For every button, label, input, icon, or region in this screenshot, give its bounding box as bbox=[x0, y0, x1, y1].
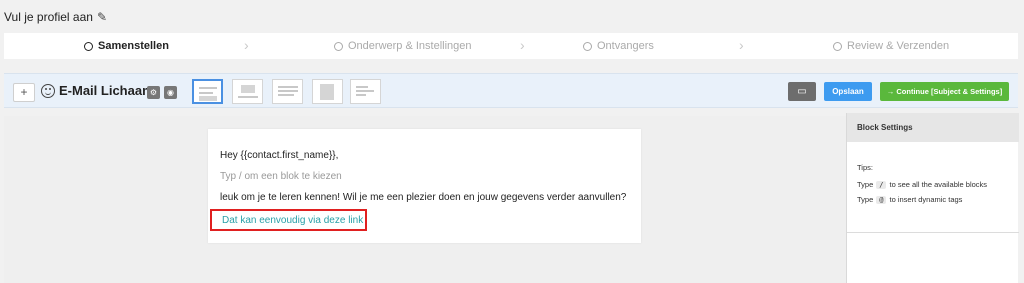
template-thumbnail-2[interactable] bbox=[232, 79, 263, 104]
step-review-verzenden[interactable]: Review & Verzenden bbox=[833, 33, 949, 59]
step-circle-icon bbox=[583, 41, 592, 51]
page-title-text: Vul je profiel aan bbox=[4, 10, 93, 24]
greeting-text[interactable]: Hey {{contact.first_name}}, bbox=[220, 150, 338, 161]
template-thumbnail-5[interactable] bbox=[350, 79, 381, 104]
step-label: Review & Verzenden bbox=[847, 40, 950, 52]
tip-pre: Type bbox=[857, 195, 874, 204]
chevron-right-icon: › bbox=[244, 37, 249, 53]
email-body-card: Hey {{contact.first_name}}, Typ / om een… bbox=[208, 129, 641, 243]
tip-key: @ bbox=[876, 196, 887, 204]
chevron-right-icon: › bbox=[520, 37, 525, 53]
chevron-right-icon: › bbox=[739, 37, 744, 53]
add-block-button[interactable]: + bbox=[13, 83, 35, 102]
step-samenstellen[interactable]: Samenstellen bbox=[84, 33, 169, 59]
page-title: Vul je profiel aan ✎ bbox=[4, 10, 107, 24]
pencil-icon[interactable]: ✎ bbox=[97, 10, 107, 24]
divider bbox=[847, 232, 1019, 233]
tip-post: to insert dynamic tags bbox=[889, 195, 963, 204]
editor-toolbar: + E-Mail Lichaam ⚙ ◉ ▭ Opslaan → Continu… bbox=[4, 73, 1018, 108]
tip-slash: Type / to see all the available blocks bbox=[857, 180, 987, 189]
email-body-title: E-Mail Lichaam bbox=[59, 83, 154, 98]
step-circle-icon bbox=[833, 41, 842, 51]
step-onderwerp-instellingen[interactable]: Onderwerp & Instellingen bbox=[334, 33, 472, 59]
highlighted-link-box: Dat kan eenvoudig via deze link bbox=[210, 209, 367, 231]
preview-eye-icon[interactable]: ◉ bbox=[164, 86, 177, 99]
step-navigation: Samenstellen › Onderwerp & Instellingen … bbox=[4, 33, 1018, 59]
tip-at: Type @ to insert dynamic tags bbox=[857, 195, 962, 204]
tip-post: to see all the available blocks bbox=[889, 180, 988, 189]
block-settings-panel: Block Settings Tips: Type / to see all the… bbox=[846, 113, 1019, 283]
body-paragraph[interactable]: leuk om je te leren kennen! Wil je me ee… bbox=[220, 192, 626, 203]
folder-button[interactable]: ▭ bbox=[788, 82, 816, 101]
block-settings-header: Block Settings bbox=[847, 113, 1019, 142]
save-button[interactable]: Opslaan bbox=[824, 82, 872, 101]
step-circle-icon bbox=[334, 41, 343, 51]
tip-key: / bbox=[876, 181, 887, 189]
smiley-icon bbox=[41, 84, 55, 98]
step-label: Samenstellen bbox=[98, 40, 169, 52]
template-thumbnail-3[interactable] bbox=[272, 79, 303, 104]
tips-label: Tips: bbox=[857, 163, 873, 172]
step-label: Onderwerp & Instellingen bbox=[348, 40, 472, 52]
template-thumbnail-4[interactable] bbox=[312, 79, 343, 104]
template-thumbnail-1[interactable] bbox=[192, 79, 223, 104]
continue-button[interactable]: → Continue [Subject & Settings] bbox=[880, 82, 1009, 101]
step-circle-icon bbox=[84, 41, 93, 51]
step-label: Ontvangers bbox=[597, 40, 654, 52]
step-ontvangers[interactable]: Ontvangers bbox=[583, 33, 654, 59]
tip-pre: Type bbox=[857, 180, 874, 189]
profile-link[interactable]: Dat kan eenvoudig via deze link bbox=[222, 215, 363, 226]
block-placeholder[interactable]: Typ / om een blok te kiezen bbox=[220, 171, 342, 182]
settings-icon[interactable]: ⚙ bbox=[147, 86, 160, 99]
